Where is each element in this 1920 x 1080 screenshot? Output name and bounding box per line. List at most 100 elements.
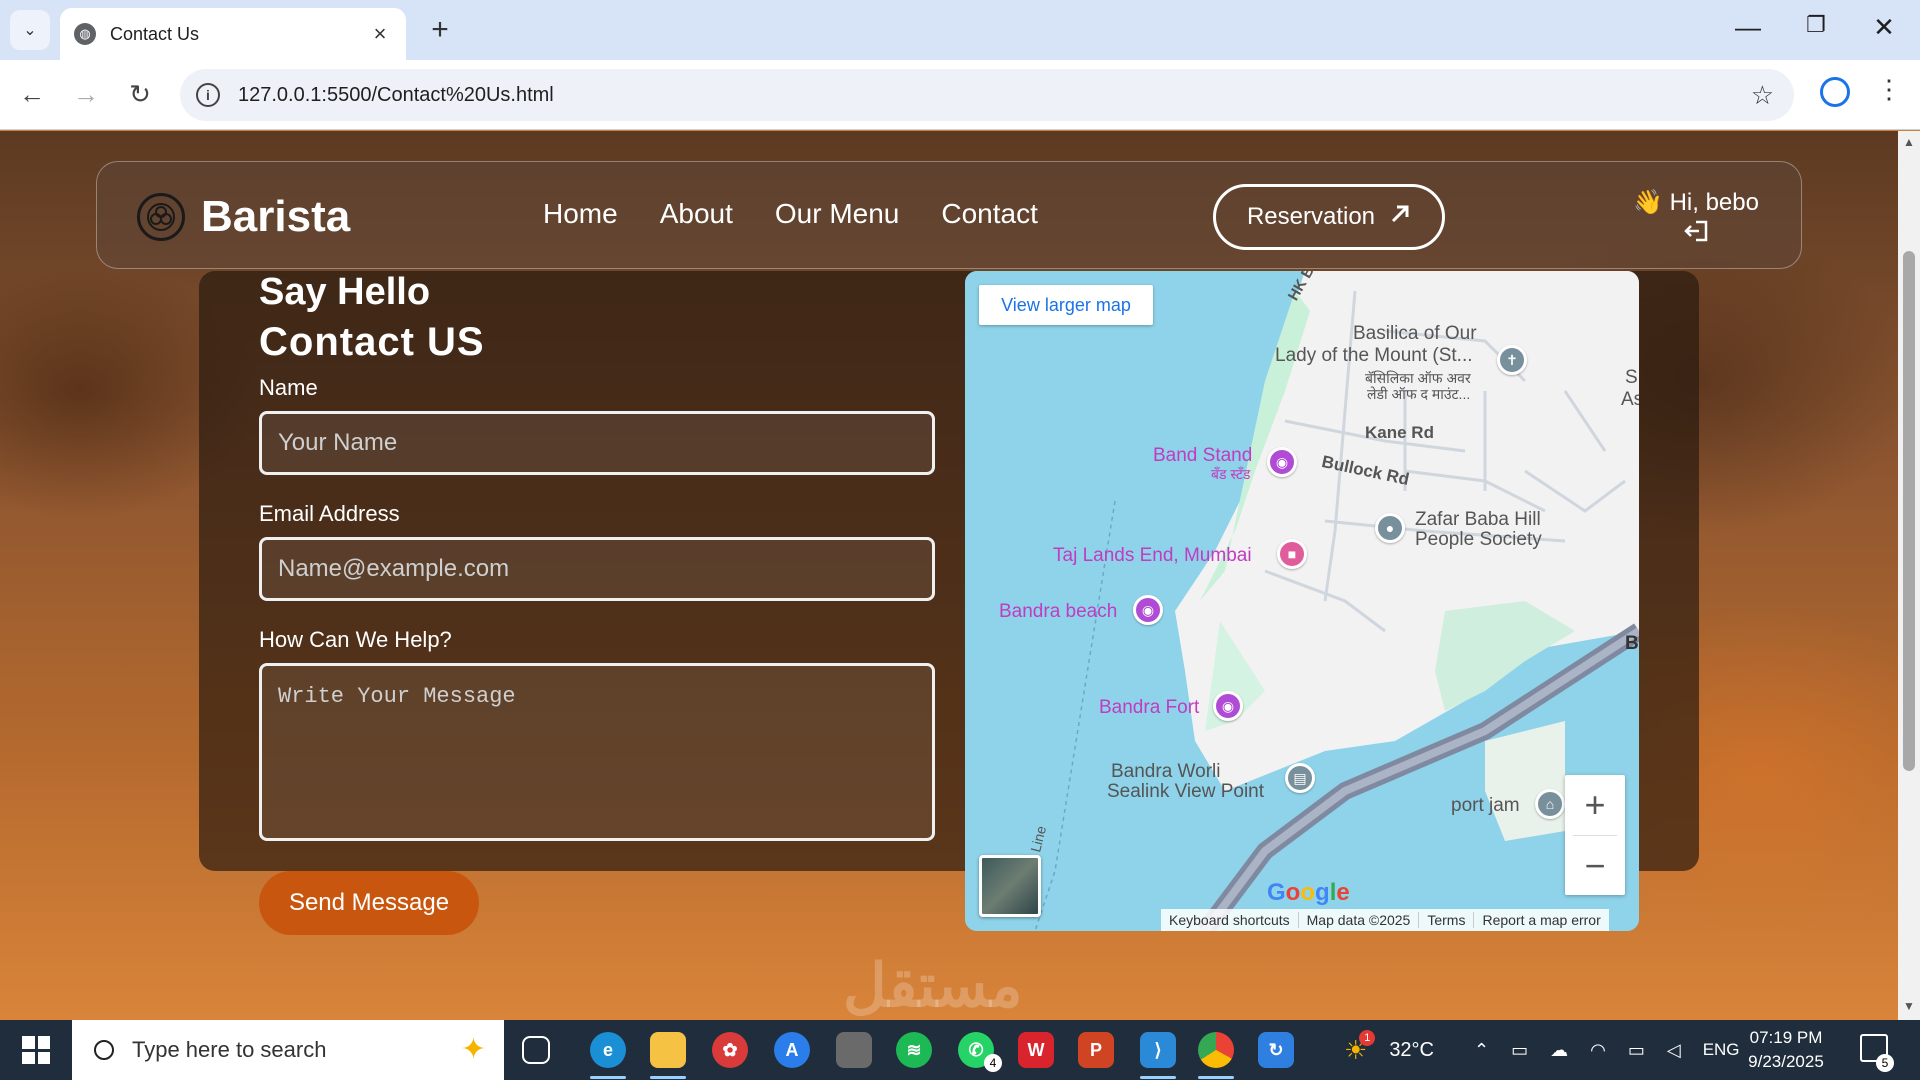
edge-active-indicator (590, 1076, 626, 1079)
close-tab-icon[interactable]: × (368, 21, 392, 47)
meet-now-icon[interactable]: ▭ (1511, 1040, 1528, 1061)
app-store-icon[interactable]: A (774, 1032, 810, 1068)
tab-title: Contact Us (110, 23, 200, 44)
reload-button[interactable]: ↻ (122, 76, 158, 112)
camera-pin-icon[interactable]: ◉ (1133, 595, 1163, 625)
map-label-band-stand: Band Stand (1153, 445, 1253, 466)
wifi-icon[interactable]: ◠ (1590, 1040, 1606, 1061)
waving-hand-icon: 👋 (1633, 189, 1663, 216)
map-data-text: Map data ©2025 (1299, 912, 1420, 928)
brand-name: Barista (201, 192, 351, 241)
new-tab-button[interactable]: + (424, 14, 456, 46)
zoom-in-button[interactable]: + (1565, 775, 1625, 835)
camera-pin-icon[interactable]: ◉ (1213, 691, 1243, 721)
address-bar[interactable]: i 127.0.0.1:5500/Contact%20Us.html ☆ (180, 69, 1794, 121)
app-icon[interactable]: ✿ (712, 1032, 748, 1068)
vscode-active-indicator (1140, 1076, 1176, 1079)
scroll-up-icon[interactable]: ▲ (1902, 135, 1916, 149)
map-label-bandra-beach: Bandra beach (999, 601, 1118, 622)
contact-card: Say Hello Contact US Name Your Name Emai… (199, 271, 1699, 935)
reservation-button[interactable]: Reservation (1213, 184, 1445, 250)
satellite-layer-toggle[interactable] (979, 855, 1041, 917)
forward-button[interactable]: → (68, 76, 104, 112)
menu-kebab-icon[interactable]: ⋮ (1876, 74, 1902, 105)
battery-icon[interactable]: ▭ (1628, 1040, 1645, 1061)
keyboard-shortcuts-link[interactable]: Keyboard shortcuts (1161, 912, 1299, 928)
wps-office-icon[interactable]: W (1018, 1032, 1054, 1068)
map-label-sealink-1: Bandra Worli (1111, 761, 1221, 782)
close-window-button[interactable]: ✕ (1864, 12, 1904, 43)
page-scrollbar[interactable]: ▲ ▼ (1898, 131, 1920, 1020)
report-error-link[interactable]: Report a map error (1474, 912, 1608, 928)
volume-icon[interactable]: ◁ (1667, 1040, 1681, 1061)
view-larger-map-button[interactable]: View larger map (979, 285, 1153, 325)
taskbar-search[interactable]: Type here to search ✦ (72, 1020, 504, 1080)
page-viewport: Barista Home About Our Menu Contact Rese… (0, 131, 1898, 1020)
church-pin-icon[interactable]: ✝ (1497, 345, 1527, 375)
map-label-kane-rd: Kane Rd (1365, 423, 1434, 442)
map-label-basilica-2: Lady of the Mount (St... (1275, 345, 1473, 366)
powerpoint-icon[interactable]: P (1078, 1032, 1114, 1068)
scroll-down-icon[interactable]: ▼ (1902, 999, 1916, 1013)
brand-logo[interactable]: Barista (137, 192, 350, 242)
map-label-edge-b: B (1625, 633, 1639, 654)
profile-icon[interactable] (1820, 77, 1850, 107)
file-explorer-icon[interactable] (650, 1032, 686, 1068)
terms-link[interactable]: Terms (1419, 912, 1475, 928)
google-logo: Google (1267, 879, 1350, 906)
nav-link-about[interactable]: About (660, 198, 733, 230)
embedded-map[interactable]: View larger map HK B Basilica of Our Lad… (965, 271, 1639, 931)
task-view-icon[interactable] (522, 1036, 550, 1064)
windows-start-icon[interactable] (22, 1036, 50, 1064)
email-input[interactable]: Name@example.com (259, 537, 935, 601)
scroll-thumb[interactable] (1903, 251, 1915, 771)
spotify-icon[interactable]: ≋ (896, 1032, 932, 1068)
minimize-button[interactable]: — (1728, 12, 1768, 43)
globe-icon: ◍ (74, 23, 96, 45)
page-title: Contact US (259, 320, 485, 364)
watermark: مستقل (843, 952, 1023, 1019)
edge-browser-icon[interactable]: e (590, 1032, 626, 1068)
museum-pin-icon[interactable]: ⌂ (1535, 789, 1565, 819)
site-info-icon[interactable]: i (196, 83, 220, 107)
map-label-edge-as: As (1621, 389, 1639, 410)
restore-button[interactable]: ❐ (1796, 12, 1836, 38)
back-button[interactable]: ← (14, 76, 50, 112)
onedrive-icon[interactable]: ☁ (1550, 1040, 1568, 1061)
weather-widget[interactable]: ☀ 1 32°C (1344, 1020, 1434, 1080)
place-pin-icon[interactable]: ● (1375, 513, 1405, 543)
site-navbar: Barista Home About Our Menu Contact Rese… (96, 161, 1802, 269)
name-input[interactable]: Your Name (259, 411, 935, 475)
nav-link-our-menu[interactable]: Our Menu (775, 198, 900, 230)
map-label-taj: Taj Lands End, Mumbai (1053, 545, 1252, 566)
whatsapp-badge: 4 (984, 1054, 1002, 1072)
url-text[interactable]: 127.0.0.1:5500/Contact%20Us.html (238, 84, 1751, 107)
browser-tab[interactable]: ◍ Contact Us × (60, 8, 406, 60)
chrome-icon[interactable] (1198, 1032, 1234, 1068)
tab-search-button[interactable]: ⌄ (10, 10, 50, 50)
chevron-up-icon[interactable]: ⌃ (1474, 1040, 1489, 1061)
app-icon[interactable]: ↻ (1258, 1032, 1294, 1068)
system-clock[interactable]: 07:19 PM 9/23/2025 (1716, 1026, 1856, 1074)
nav-link-home[interactable]: Home (543, 198, 618, 230)
zoom-controls: + − (1565, 775, 1625, 895)
coffee-bean-icon (137, 193, 185, 241)
nav-link-contact[interactable]: Contact (941, 198, 1038, 230)
map-label-zafar-1: Zafar Baba Hill (1415, 509, 1541, 530)
notification-count: 5 (1876, 1054, 1894, 1072)
taskbar-search-placeholder: Type here to search (132, 1037, 327, 1062)
zoom-out-button[interactable]: − (1565, 836, 1625, 896)
send-message-button[interactable]: Send Message (259, 871, 479, 935)
app-icon[interactable] (836, 1032, 872, 1068)
hotel-pin-icon[interactable]: ■ (1277, 539, 1307, 569)
map-label-basilica-1: Basilica of Our (1353, 323, 1477, 344)
windows-taskbar: Type here to search ✦ e ✿ A ≋ ✆ 4 W P ⟩ … (0, 1020, 1920, 1080)
message-textarea[interactable]: Write Your Message (259, 663, 935, 841)
bookmark-star-icon[interactable]: ☆ (1751, 80, 1774, 111)
vscode-icon[interactable]: ⟩ (1140, 1032, 1176, 1068)
logout-icon[interactable] (1633, 219, 1759, 250)
arrow-up-right-icon (1389, 203, 1411, 232)
camera-pin-icon[interactable]: ◉ (1267, 447, 1297, 477)
viewpoint-pin-icon[interactable]: ▤ (1285, 763, 1315, 793)
copilot-sparkle-icon: ✦ (460, 1033, 486, 1066)
